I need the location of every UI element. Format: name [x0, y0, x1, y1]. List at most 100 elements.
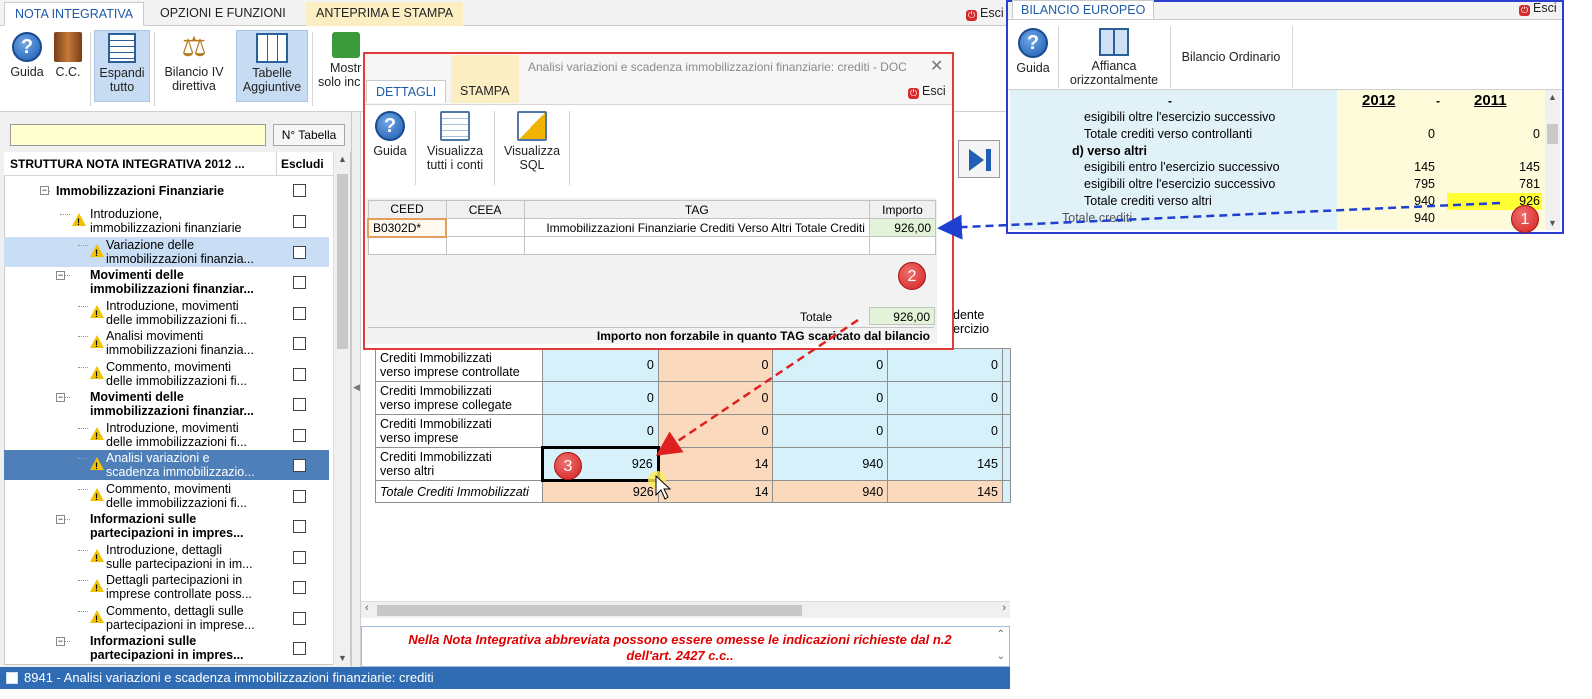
value-cell[interactable]: 0 — [772, 348, 889, 382]
escludi-checkbox[interactable] — [293, 307, 306, 320]
escludi-checkbox[interactable] — [293, 398, 306, 411]
value-cell[interactable]: 0 — [657, 348, 774, 382]
escludi-checkbox[interactable] — [293, 459, 306, 472]
scroll-thumb[interactable] — [337, 174, 348, 349]
mostra-solo-button[interactable]: Mostr solo inc — [318, 30, 364, 89]
value-cell[interactable]: 0 — [542, 348, 659, 382]
escludi-checkbox[interactable] — [293, 184, 306, 197]
escludi-checkbox[interactable] — [293, 429, 306, 442]
visualizza-sql-button[interactable]: Visualizza SQL — [498, 109, 566, 172]
tree-item[interactable]: − Movimenti delle immobilizzazioni finanzi… — [4, 267, 329, 297]
value-cell[interactable]: 0 — [542, 414, 659, 448]
tree-item[interactable]: Introduzione,immobilizzazioni finanziari… — [4, 206, 329, 236]
collapse-arrow-icon[interactable]: ◀ — [353, 382, 360, 393]
value-cell[interactable]: 940 — [772, 480, 889, 503]
be-scrollbar[interactable]: ▲ ▼ — [1545, 90, 1560, 230]
espandi-tutto-button[interactable]: Espandi tutto — [94, 30, 150, 102]
horizontal-scrollbar[interactable]: ‹ › — [361, 601, 1010, 618]
note-scroll-down-icon[interactable]: ⌄ — [997, 651, 1005, 662]
scroll-down-icon[interactable]: ▼ — [1548, 218, 1557, 228]
dialog-tab-dettagli[interactable]: DETTAGLI — [366, 80, 447, 103]
note-scroll-up-icon[interactable]: ⌃ — [997, 629, 1005, 640]
main-esci-button[interactable]: ⏻ Esci — [966, 6, 1004, 21]
tree-item[interactable]: − Informazioni sulle partecipazioni in imp… — [4, 511, 329, 541]
panel-splitter[interactable]: ◀ — [352, 112, 361, 667]
dialog-esci-button[interactable]: ⏻ Esci — [908, 84, 946, 99]
value-cell[interactable]: 926 — [542, 480, 659, 503]
value-cell[interactable]: 145 — [887, 447, 1003, 481]
tree-item[interactable]: Introduzione, movimentidelle immobilizza… — [4, 298, 329, 328]
escludi-checkbox[interactable] — [293, 642, 306, 655]
bilancio-iv-direttiva-button[interactable]: ⚖ Bilancio IV direttiva — [158, 30, 230, 94]
affianca-button[interactable]: Affianca orizzontalmente — [1062, 26, 1166, 87]
tree-item[interactable]: Dettagli partecipazioni inimprese contro… — [4, 572, 329, 602]
value-cell[interactable]: 0 — [887, 414, 1003, 448]
tree-item[interactable]: − Movimenti delle immobilizzazioni finanzi… — [4, 389, 329, 419]
be-esci-button[interactable]: ⏻ Esci — [1519, 1, 1557, 16]
escludi-checkbox[interactable] — [293, 368, 306, 381]
value-cell[interactable]: 145 — [887, 480, 1003, 503]
cell-ceed[interactable]: B0302D* — [366, 217, 448, 238]
scroll-thumb[interactable] — [1547, 124, 1558, 144]
next-page-button[interactable] — [958, 140, 1000, 178]
dialog-guida-button[interactable]: ? Guida — [370, 109, 410, 158]
dialog-tab-stampa[interactable]: STAMPA — [451, 55, 519, 103]
tree-item[interactable]: Analisi movimentiimmobilizzazioni finanz… — [4, 328, 329, 358]
tab-nota-integrativa[interactable]: NOTA INTEGRATIVA — [4, 2, 145, 26]
n-tabella-button[interactable]: N° Tabella — [273, 124, 345, 146]
bilancio-ordinario-button[interactable]: Bilancio Ordinario — [1174, 50, 1288, 64]
tab-anteprima-e-stampa[interactable]: ANTEPRIMA E STAMPA — [306, 2, 464, 26]
escludi-checkbox[interactable] — [293, 246, 306, 259]
cell-importo[interactable]: 926,00 — [868, 218, 937, 237]
collapse-toggle-icon[interactable]: − — [56, 393, 65, 402]
value-cell[interactable]: 0 — [542, 381, 659, 415]
escludi-checkbox[interactable] — [293, 337, 306, 350]
escludi-checkbox[interactable] — [293, 520, 306, 533]
tree-item[interactable]: Commento, movimentidelle immobilizzazion… — [4, 359, 329, 389]
collapse-toggle-icon[interactable]: − — [40, 186, 49, 195]
collapse-toggle-icon[interactable]: − — [56, 271, 65, 280]
value-cell[interactable]: 940 — [772, 447, 889, 481]
scroll-thumb[interactable] — [377, 605, 802, 616]
scroll-right-icon[interactable]: › — [1002, 602, 1006, 614]
be-guida-button[interactable]: ? Guida — [1013, 26, 1053, 75]
value-cell[interactable]: 0 — [657, 414, 774, 448]
guida-button[interactable]: ? Guida — [8, 30, 46, 79]
tabelle-aggiuntive-button[interactable]: Tabelle Aggiuntive — [236, 30, 308, 102]
tree-item[interactable]: Introduzione, movimentidelle immobilizza… — [4, 420, 329, 450]
escludi-checkbox[interactable] — [293, 551, 306, 564]
escludi-checkbox[interactable] — [293, 276, 306, 289]
value-cell[interactable]: 14 — [657, 447, 774, 481]
tree-item[interactable]: − Immobilizzazioni Finanziarie — [4, 183, 329, 199]
value-cell[interactable]: 0 — [772, 414, 889, 448]
dialog-close-icon[interactable]: ✕ — [930, 56, 943, 76]
escludi-checkbox[interactable] — [293, 490, 306, 503]
escludi-checkbox[interactable] — [293, 215, 306, 228]
value-cell[interactable]: 14 — [657, 480, 774, 503]
value-cell[interactable]: 0 — [887, 381, 1003, 415]
tree-item[interactable]: Introduzione, dettaglisulle partecipazio… — [4, 542, 329, 572]
tree-item[interactable]: Analisi variazioni escadenza immobilizza… — [4, 450, 329, 480]
tab-bilancio-europeo[interactable]: BILANCIO EUROPEO — [1012, 0, 1155, 19]
cell-ceea[interactable] — [445, 218, 525, 237]
tree-item[interactable]: Commento, movimentidelle immobilizzazion… — [4, 481, 329, 511]
scroll-up-icon[interactable]: ▲ — [1548, 92, 1557, 102]
tree-item[interactable]: − Informazioni sulle partecipazioni in imp… — [4, 633, 329, 663]
collapse-toggle-icon[interactable]: − — [56, 637, 65, 646]
scroll-left-icon[interactable]: ‹ — [365, 602, 369, 614]
search-input[interactable] — [10, 124, 266, 146]
tab-opzioni-e-funzioni[interactable]: OPZIONI E FUNZIONI — [150, 2, 296, 26]
value-cell[interactable]: 0 — [887, 348, 1003, 382]
escludi-checkbox[interactable] — [293, 612, 306, 625]
cc-button[interactable]: C.C. — [50, 30, 86, 79]
scroll-down-icon[interactable]: ▼ — [338, 653, 347, 663]
value-cell[interactable]: 0 — [772, 381, 889, 415]
value-cell[interactable]: 0 — [657, 381, 774, 415]
collapse-toggle-icon[interactable]: − — [56, 515, 65, 524]
escludi-checkbox[interactable] — [293, 581, 306, 594]
tree-scrollbar[interactable]: ▲ ▼ — [333, 152, 350, 665]
tree-item[interactable]: Commento, dettagli sullepartecipazioni i… — [4, 603, 329, 633]
visualizza-tutti-conti-button[interactable]: Visualizza tutti i conti — [419, 109, 491, 172]
scroll-up-icon[interactable]: ▲ — [338, 154, 347, 164]
tree-item[interactable]: Variazione delleimmobilizzazioni finanzi… — [4, 237, 329, 267]
